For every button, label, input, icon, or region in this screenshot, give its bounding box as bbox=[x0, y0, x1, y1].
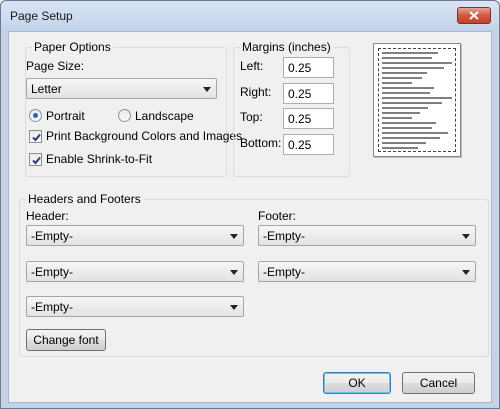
dialog-body: Paper Options Page Size: Letter Portrait… bbox=[8, 31, 492, 403]
headers-footers-title: Headers and Footers bbox=[26, 192, 143, 206]
page-size-select[interactable]: Letter bbox=[26, 78, 217, 99]
print-background-checkbox[interactable] bbox=[29, 130, 42, 143]
chevron-down-icon bbox=[203, 87, 211, 92]
portrait-radio[interactable] bbox=[29, 109, 42, 122]
shrink-to-fit-checkbox[interactable] bbox=[29, 153, 42, 166]
footer-select-1[interactable]: -Empty- bbox=[258, 225, 476, 246]
header-select-1[interactable]: -Empty- bbox=[26, 225, 244, 246]
header-select-1-value: -Empty- bbox=[31, 229, 73, 243]
chevron-down-icon bbox=[462, 234, 470, 239]
change-font-button[interactable]: Change font bbox=[26, 329, 106, 351]
left-margin-input[interactable]: 0.25 bbox=[283, 57, 334, 78]
top-margin-label: Top: bbox=[240, 110, 263, 124]
header-select-2-value: -Empty- bbox=[31, 265, 73, 279]
portrait-label[interactable]: Portrait bbox=[46, 109, 85, 123]
chevron-down-icon bbox=[230, 305, 238, 310]
right-margin-label: Right: bbox=[240, 85, 272, 99]
landscape-label[interactable]: Landscape bbox=[135, 109, 194, 123]
page-preview-margin bbox=[378, 48, 456, 152]
header-select-2[interactable]: -Empty- bbox=[26, 261, 244, 282]
page-size-value: Letter bbox=[31, 82, 62, 96]
checkmark-icon bbox=[32, 133, 41, 142]
close-icon bbox=[469, 11, 479, 20]
bottom-margin-input[interactable]: 0.25 bbox=[283, 134, 334, 155]
page-size-label: Page Size: bbox=[26, 59, 85, 73]
header-select-3-value: -Empty- bbox=[31, 300, 73, 314]
landscape-radio[interactable] bbox=[118, 109, 131, 122]
margins-title: Margins (inches) bbox=[240, 40, 333, 54]
header-label: Header: bbox=[26, 209, 69, 223]
title-bar: Page Setup bbox=[1, 1, 499, 31]
footer-select-2-value: -Empty- bbox=[263, 265, 305, 279]
footer-select-2[interactable]: -Empty- bbox=[258, 261, 476, 282]
footer-label: Footer: bbox=[258, 209, 297, 223]
chevron-down-icon bbox=[230, 234, 238, 239]
bottom-margin-label: Bottom: bbox=[240, 136, 282, 150]
print-background-label[interactable]: Print Background Colors and Images bbox=[46, 129, 242, 143]
page-preview bbox=[373, 43, 461, 157]
cancel-button[interactable]: Cancel bbox=[402, 372, 475, 394]
shrink-to-fit-label[interactable]: Enable Shrink-to-Fit bbox=[46, 152, 152, 166]
footer-select-1-value: -Empty- bbox=[263, 229, 305, 243]
right-margin-input[interactable]: 0.25 bbox=[283, 83, 334, 104]
chevron-down-icon bbox=[462, 270, 470, 275]
chevron-down-icon bbox=[230, 270, 238, 275]
ok-button[interactable]: OK bbox=[323, 372, 391, 394]
window-title: Page Setup bbox=[10, 9, 73, 23]
left-margin-label: Left: bbox=[240, 59, 264, 73]
header-select-3[interactable]: -Empty- bbox=[26, 296, 244, 317]
page-setup-window: Page Setup Paper Options Page Size: Lett… bbox=[0, 0, 500, 409]
paper-options-title: Paper Options bbox=[32, 40, 113, 54]
close-button[interactable] bbox=[457, 7, 491, 24]
top-margin-input[interactable]: 0.25 bbox=[283, 108, 334, 129]
checkmark-icon bbox=[32, 156, 41, 165]
